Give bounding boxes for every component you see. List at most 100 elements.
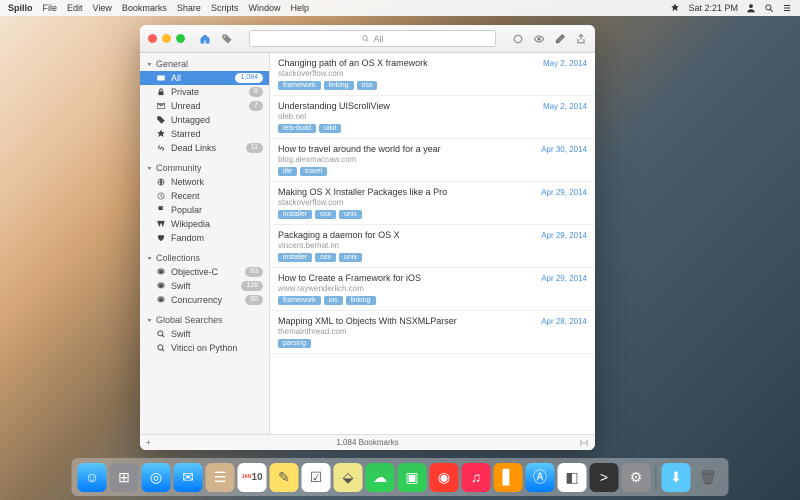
tag[interactable]: linking xyxy=(346,296,376,305)
sidebar-item-concurrency[interactable]: Concurrency60 xyxy=(140,293,269,307)
menu-share[interactable]: Share xyxy=(177,3,201,13)
count-badge: 8 xyxy=(249,87,263,97)
tag[interactable]: framework xyxy=(278,296,321,305)
tag[interactable]: osx xyxy=(315,253,336,262)
search-icon[interactable] xyxy=(764,3,774,13)
tag[interactable]: osx xyxy=(357,81,378,90)
tag[interactable]: unix xyxy=(339,210,362,219)
dock-facetime[interactable]: ▣ xyxy=(398,463,427,492)
tag[interactable]: uikit xyxy=(319,124,341,133)
menu-help[interactable]: Help xyxy=(290,3,309,13)
sidebar-item-swift[interactable]: Swift xyxy=(140,327,269,341)
inbox-icon xyxy=(156,73,166,83)
list-icon[interactable] xyxy=(782,3,792,13)
bookmark-list[interactable]: Changing path of an OS X frameworkMay 2,… xyxy=(270,53,595,434)
pin-icon[interactable] xyxy=(670,3,680,13)
share-icon[interactable] xyxy=(575,33,587,45)
tag[interactable]: framework xyxy=(278,81,321,90)
tag[interactable]: ios xyxy=(324,296,343,305)
entry-title: Changing path of an OS X framework xyxy=(278,58,428,68)
sidebar-item-fandom[interactable]: Fandom xyxy=(140,231,269,245)
sidebar-item-untagged[interactable]: Untagged xyxy=(140,113,269,127)
sidebar-item-starred[interactable]: Starred xyxy=(140,127,269,141)
bookmark-entry[interactable]: How to Create a Framework for iOSApr 29,… xyxy=(270,268,595,311)
sidebar-item-objective-c[interactable]: Objective-C63 xyxy=(140,265,269,279)
tag[interactable]: osx xyxy=(315,210,336,219)
bookmark-entry[interactable]: Understanding UIScrollViewMay 2, 2014ole… xyxy=(270,96,595,139)
titlebar[interactable]: All xyxy=(140,25,595,53)
dock-itunes[interactable]: ♫ xyxy=(462,463,491,492)
eye-icon[interactable] xyxy=(533,33,545,45)
dock-notes[interactable]: ✎ xyxy=(270,463,299,492)
section-header[interactable]: Collections xyxy=(140,251,269,265)
dock-preferences[interactable]: ⚙ xyxy=(622,463,651,492)
user-icon[interactable] xyxy=(746,3,756,13)
dock-finder[interactable]: ☺ xyxy=(78,463,107,492)
sidebar-item-popular[interactable]: Popular xyxy=(140,203,269,217)
gear-icon xyxy=(156,295,166,305)
dock-downloads[interactable]: ⬇ xyxy=(662,463,691,492)
menu-view[interactable]: View xyxy=(93,3,112,13)
section-header[interactable]: Community xyxy=(140,161,269,175)
sidebar-item-network[interactable]: Network xyxy=(140,175,269,189)
menu-scripts[interactable]: Scripts xyxy=(211,3,239,13)
dock-safari[interactable]: ◎ xyxy=(142,463,171,492)
dock-messages[interactable]: ☁ xyxy=(366,463,395,492)
sidebar-item-all[interactable]: All1,084 xyxy=(140,71,269,85)
sidebar-item-viticci-on-python[interactable]: Viticci on Python xyxy=(140,341,269,355)
sidebar-item-recent[interactable]: Recent xyxy=(140,189,269,203)
tag[interactable]: installer xyxy=(278,253,312,262)
tag[interactable]: life xyxy=(278,167,297,176)
dock-preview[interactable]: ◧ xyxy=(558,463,587,492)
circle-icon[interactable] xyxy=(512,33,524,45)
dock-appstore[interactable]: Ⓐ xyxy=(526,463,555,492)
sidebar: GeneralAll1,084Private8Unread7UntaggedSt… xyxy=(140,53,270,434)
menu-edit[interactable]: Edit xyxy=(67,3,83,13)
clock[interactable]: Sat 2:21 PM xyxy=(688,3,738,13)
sidebar-item-dead-links[interactable]: Dead Links11 xyxy=(140,141,269,155)
section-header[interactable]: General xyxy=(140,57,269,71)
tag[interactable]: linking xyxy=(324,81,354,90)
dock-photobooth[interactable]: ◉ xyxy=(430,463,459,492)
tag[interactable]: lets-build xyxy=(278,124,316,133)
sidebar-item-private[interactable]: Private8 xyxy=(140,85,269,99)
menu-file[interactable]: File xyxy=(43,3,58,13)
bookmark-entry[interactable]: How to travel around the world for a yea… xyxy=(270,139,595,182)
dock-reminders[interactable]: ☑ xyxy=(302,463,331,492)
search-field[interactable]: All xyxy=(249,30,496,47)
sidebar-item-label: Viticci on Python xyxy=(171,343,263,353)
tag[interactable]: travel xyxy=(300,167,327,176)
dock-contacts[interactable]: ☰ xyxy=(206,463,235,492)
columns-icon[interactable] xyxy=(579,438,589,448)
edit-icon[interactable] xyxy=(554,33,566,45)
menu-bookmarks[interactable]: Bookmarks xyxy=(122,3,167,13)
bookmark-entry[interactable]: Packaging a daemon for OS XApr 29, 2014v… xyxy=(270,225,595,268)
menu-window[interactable]: Window xyxy=(248,3,280,13)
bookmark-entry[interactable]: Mapping XML to Objects With NSXMLParserA… xyxy=(270,311,595,354)
dock-mail[interactable]: ✉ xyxy=(174,463,203,492)
dock-terminal[interactable]: > xyxy=(590,463,619,492)
add-button[interactable]: + xyxy=(146,438,151,447)
sidebar-item-wikipedia[interactable]: Wikipedia xyxy=(140,217,269,231)
tag[interactable]: unix xyxy=(339,253,362,262)
bookmark-entry[interactable]: Changing path of an OS X frameworkMay 2,… xyxy=(270,53,595,96)
home-icon[interactable] xyxy=(199,33,211,45)
dock-ibooks[interactable]: ▋ xyxy=(494,463,523,492)
section-header[interactable]: Global Searches xyxy=(140,313,269,327)
tag[interactable]: parsing xyxy=(278,339,311,348)
sidebar-item-swift[interactable]: Swift128 xyxy=(140,279,269,293)
dock-launchpad[interactable]: ⊞ xyxy=(110,463,139,492)
bookmark-entry[interactable]: Making OS X Installer Packages like a Pr… xyxy=(270,182,595,225)
entry-tags: frameworkioslinking xyxy=(278,296,587,305)
dock-maps[interactable]: ⬙ xyxy=(334,463,363,492)
sidebar-item-unread[interactable]: Unread7 xyxy=(140,99,269,113)
app-menu[interactable]: Spillo xyxy=(8,3,33,13)
close-button[interactable] xyxy=(148,34,157,43)
zoom-button[interactable] xyxy=(176,34,185,43)
minimize-button[interactable] xyxy=(162,34,171,43)
dock-calendar[interactable]: JAN10 xyxy=(238,463,267,492)
entry-domain: stackoverflow.com xyxy=(278,198,587,207)
dock-trash[interactable]: 🗑 xyxy=(694,463,723,492)
tag[interactable]: installer xyxy=(278,210,312,219)
tags-icon[interactable] xyxy=(221,33,233,45)
